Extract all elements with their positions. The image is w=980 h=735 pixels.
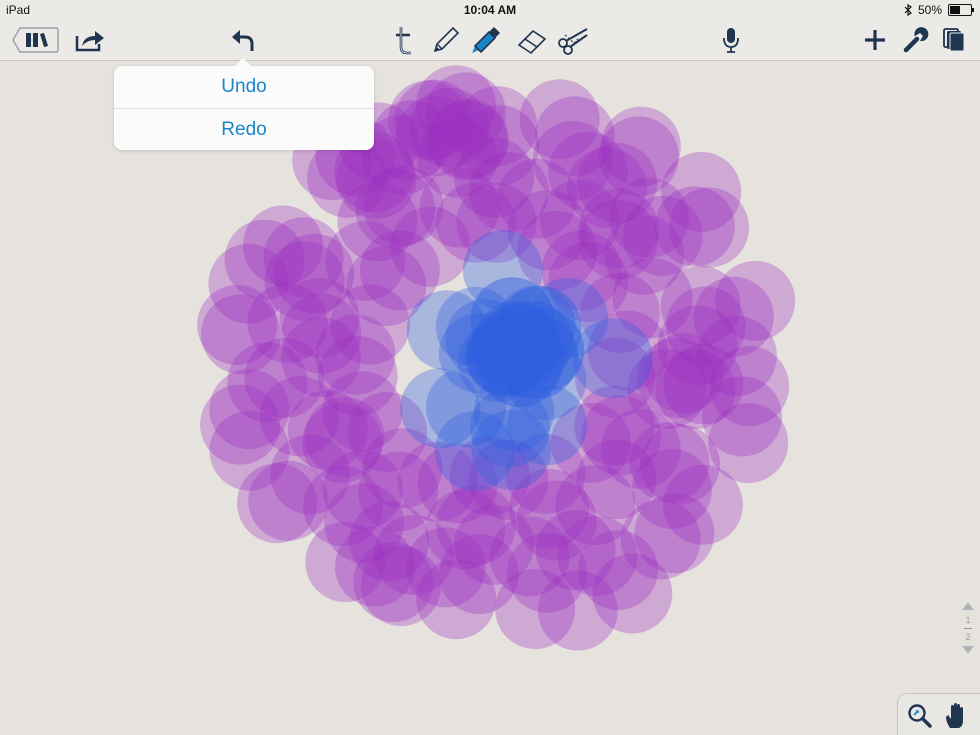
share-icon (75, 31, 104, 52)
clock: 10:04 AM (463, 3, 517, 17)
microphone-button[interactable] (718, 24, 744, 56)
highlighter-stroke-dot (477, 303, 562, 388)
undo-redo-popover: Undo Redo (114, 58, 374, 151)
current-page: 1 (965, 615, 971, 625)
zoom-button[interactable] (906, 700, 934, 732)
hand-tool-button[interactable] (942, 700, 970, 732)
pencil-tool-button[interactable] (430, 24, 462, 56)
zoom-icon (908, 704, 932, 728)
redo-menu-item[interactable]: Redo (114, 108, 374, 151)
page-indicator: 1 2 (958, 602, 978, 668)
navigation-panel (897, 693, 980, 735)
library-icon (12, 27, 59, 53)
pencil-icon (433, 26, 460, 53)
eraser-icon (517, 29, 547, 55)
scissors-icon (558, 28, 588, 55)
text-tool-button[interactable] (390, 24, 418, 56)
eraser-tool-button[interactable] (514, 24, 550, 56)
hand-icon (946, 703, 963, 728)
toolbar (0, 20, 980, 61)
text-tool-icon (396, 27, 411, 55)
microphone-icon (723, 28, 739, 53)
page-up-icon[interactable] (962, 602, 974, 610)
battery-icon (948, 4, 974, 16)
status-bar: iPad 10:04 AM 50% (0, 0, 980, 20)
library-button[interactable] (12, 24, 60, 56)
highlighter-icon (472, 27, 500, 54)
undo-menu-item[interactable]: Undo (114, 66, 374, 108)
battery-fill (950, 6, 960, 14)
settings-button[interactable] (902, 24, 930, 56)
wrench-icon (903, 27, 929, 53)
plus-icon (865, 30, 885, 50)
scissors-tool-button[interactable] (556, 24, 590, 56)
bluetooth-icon (904, 4, 912, 16)
page-divider (964, 628, 972, 629)
page-down-icon[interactable] (962, 646, 974, 654)
undo-arrow-icon (232, 30, 254, 51)
highlighter-drawing (197, 65, 796, 651)
highlighter-stroke-dot (388, 80, 469, 161)
share-button[interactable] (74, 24, 106, 56)
add-button[interactable] (862, 24, 888, 56)
highlighter-stroke-dot (572, 318, 653, 399)
status-right: 50% (904, 3, 974, 17)
battery-percent: 50% (917, 3, 942, 17)
note-canvas[interactable] (0, 61, 980, 735)
total-pages: 2 (965, 632, 971, 642)
undo-button[interactable] (228, 24, 258, 56)
highlighter-tool-button[interactable] (468, 24, 504, 56)
pages-icon (943, 28, 965, 52)
pages-button[interactable] (940, 24, 968, 56)
